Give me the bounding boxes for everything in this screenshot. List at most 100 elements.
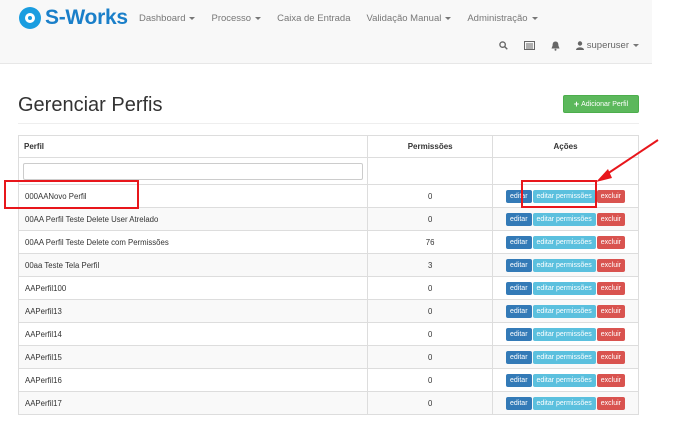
- row-actions: editar editar permissões excluir: [492, 230, 639, 254]
- column-header-permissions[interactable]: Permissões: [367, 135, 494, 158]
- search-button[interactable]: [498, 41, 508, 50]
- permission-count: 0: [367, 322, 494, 346]
- table-row: AAPerfil17 0 editar editar permissões exclui…: [17, 391, 639, 415]
- delete-button[interactable]: excluir: [596, 396, 626, 410]
- search-icon: [498, 41, 508, 50]
- username: superuser: [586, 40, 629, 51]
- user-menu[interactable]: superuser: [575, 40, 639, 51]
- profiles-table: Perfil Permissões Ações 000AANovo Perfil…: [17, 135, 639, 415]
- row-actions: editar editar permissões excluir: [492, 368, 639, 392]
- edit-permissions-button[interactable]: editar permissões: [532, 258, 596, 272]
- menu-caixa-label: Caixa de Entrada: [277, 13, 351, 24]
- edit-button[interactable]: editar: [506, 350, 532, 364]
- delete-button[interactable]: excluir: [596, 281, 626, 295]
- brand-logo[interactable]: S-Works: [19, 6, 128, 30]
- user-icon: [575, 41, 584, 50]
- delete-button[interactable]: excluir: [596, 189, 626, 203]
- edit-button[interactable]: editar: [506, 235, 532, 249]
- row-actions: editar editar permissões excluir: [492, 391, 639, 415]
- permission-count: 76: [367, 230, 494, 254]
- permission-count: 3: [367, 253, 494, 277]
- edit-button[interactable]: editar: [506, 373, 532, 387]
- highlight-box-profile: [4, 180, 139, 209]
- edit-permissions-button[interactable]: editar permissões: [532, 350, 596, 364]
- edit-permissions-button[interactable]: editar permissões: [532, 304, 596, 318]
- menu-administracao[interactable]: Administração: [467, 13, 538, 24]
- permission-count: 0: [367, 345, 494, 369]
- table-row: AAPerfil14 0 editar editar permissões exclui…: [17, 322, 639, 346]
- table-row: AAPerfil100 0 editar editar permissões exclu…: [17, 276, 639, 300]
- edit-permissions-button[interactable]: editar permissões: [532, 212, 596, 226]
- delete-button[interactable]: excluir: [596, 258, 626, 272]
- caret-down-icon: [633, 44, 639, 47]
- table-row: AAPerfil16 0 editar editar permissões exclui…: [17, 368, 639, 392]
- edit-permissions-button[interactable]: editar permissões: [532, 327, 596, 341]
- delete-button[interactable]: excluir: [596, 212, 626, 226]
- main-menu: Dashboard Processo Caixa de Entrada Vali…: [139, 13, 554, 24]
- menu-caixa-de-entrada[interactable]: Caixa de Entrada: [277, 13, 350, 24]
- menu-administracao-label: Administração: [467, 13, 528, 24]
- highlight-box-edit-permissions: [521, 180, 597, 208]
- bell-icon: [551, 41, 560, 51]
- delete-button[interactable]: excluir: [596, 327, 626, 341]
- table-row: 00aa Teste Tela Perfil 3 editar editar perm…: [17, 253, 639, 277]
- caret-down-icon: [531, 17, 538, 20]
- caret-down-icon: [189, 17, 196, 20]
- edit-permissions-button[interactable]: editar permissões: [532, 281, 596, 295]
- annotation-arrow-icon: [596, 139, 659, 182]
- profile-name: AAPerfil14: [17, 322, 369, 346]
- delete-button[interactable]: excluir: [596, 304, 626, 318]
- logo-icon: [19, 7, 41, 29]
- permission-count: 0: [367, 368, 494, 392]
- inbox-button[interactable]: [523, 41, 535, 50]
- caret-down-icon: [255, 17, 262, 20]
- row-actions: editar editar permissões excluir: [492, 207, 639, 231]
- permission-count: 0: [367, 391, 494, 415]
- profile-name: 00AA Perfil Teste Delete User Atrelado: [17, 207, 369, 231]
- menu-validacao-manual[interactable]: Validação Manual: [367, 13, 452, 24]
- plus-icon: +: [573, 99, 580, 109]
- add-profile-button[interactable]: + Adicionar Perfil: [563, 95, 639, 113]
- edit-button[interactable]: editar: [506, 281, 532, 295]
- permission-count: 0: [367, 299, 494, 323]
- table-row: 00AA Perfil Teste Delete com Permissões 7…: [17, 230, 639, 254]
- table-row: 00AA Perfil Teste Delete User Atrelado 0 e…: [17, 207, 639, 231]
- profile-filter-input[interactable]: [23, 162, 364, 180]
- edit-button[interactable]: editar: [506, 396, 532, 410]
- list-icon: [523, 41, 535, 50]
- column-header-profile[interactable]: Perfil: [17, 135, 369, 158]
- profile-name: AAPerfil16: [17, 368, 369, 392]
- edit-permissions-button[interactable]: editar permissões: [532, 396, 596, 410]
- menu-processo-label: Processo: [211, 13, 252, 24]
- delete-button[interactable]: excluir: [596, 373, 626, 387]
- notifications-button[interactable]: [551, 41, 560, 51]
- row-actions: editar editar permissões excluir: [492, 253, 639, 277]
- delete-button[interactable]: excluir: [596, 350, 626, 364]
- add-profile-label: Adicionar Perfil: [581, 100, 629, 108]
- row-actions: editar editar permissões excluir: [492, 345, 639, 369]
- table-row: AAPerfil13 0 editar editar permissões exclui…: [17, 299, 639, 323]
- page-title: Gerenciar Perfis: [18, 94, 163, 116]
- top-navbar: S-Works Dashboard Processo Caixa de Entr…: [0, 0, 652, 64]
- profile-name: AAPerfil100: [17, 276, 369, 300]
- caret-down-icon: [445, 17, 452, 20]
- menu-dashboard[interactable]: Dashboard: [139, 13, 196, 24]
- row-actions: editar editar permissões excluir: [492, 322, 639, 346]
- edit-button[interactable]: editar: [506, 304, 532, 318]
- edit-button[interactable]: editar: [506, 327, 532, 341]
- edit-permissions-button[interactable]: editar permissões: [532, 235, 596, 249]
- edit-permissions-button[interactable]: editar permissões: [532, 373, 596, 387]
- profile-name: 00aa Teste Tela Perfil: [17, 253, 369, 277]
- menu-processo[interactable]: Processo: [211, 13, 262, 24]
- profile-name: 00AA Perfil Teste Delete com Permissões: [17, 230, 369, 254]
- profile-name: AAPerfil15: [17, 345, 369, 369]
- divider: [18, 123, 639, 124]
- profile-name: AAPerfil17: [17, 391, 369, 415]
- profile-name: AAPerfil13: [17, 299, 369, 323]
- delete-button[interactable]: excluir: [596, 235, 626, 249]
- permission-count: 0: [367, 184, 494, 208]
- row-actions: editar editar permissões excluir: [492, 276, 639, 300]
- row-actions: editar editar permissões excluir: [492, 299, 639, 323]
- edit-button[interactable]: editar: [506, 258, 532, 272]
- edit-button[interactable]: editar: [506, 212, 532, 226]
